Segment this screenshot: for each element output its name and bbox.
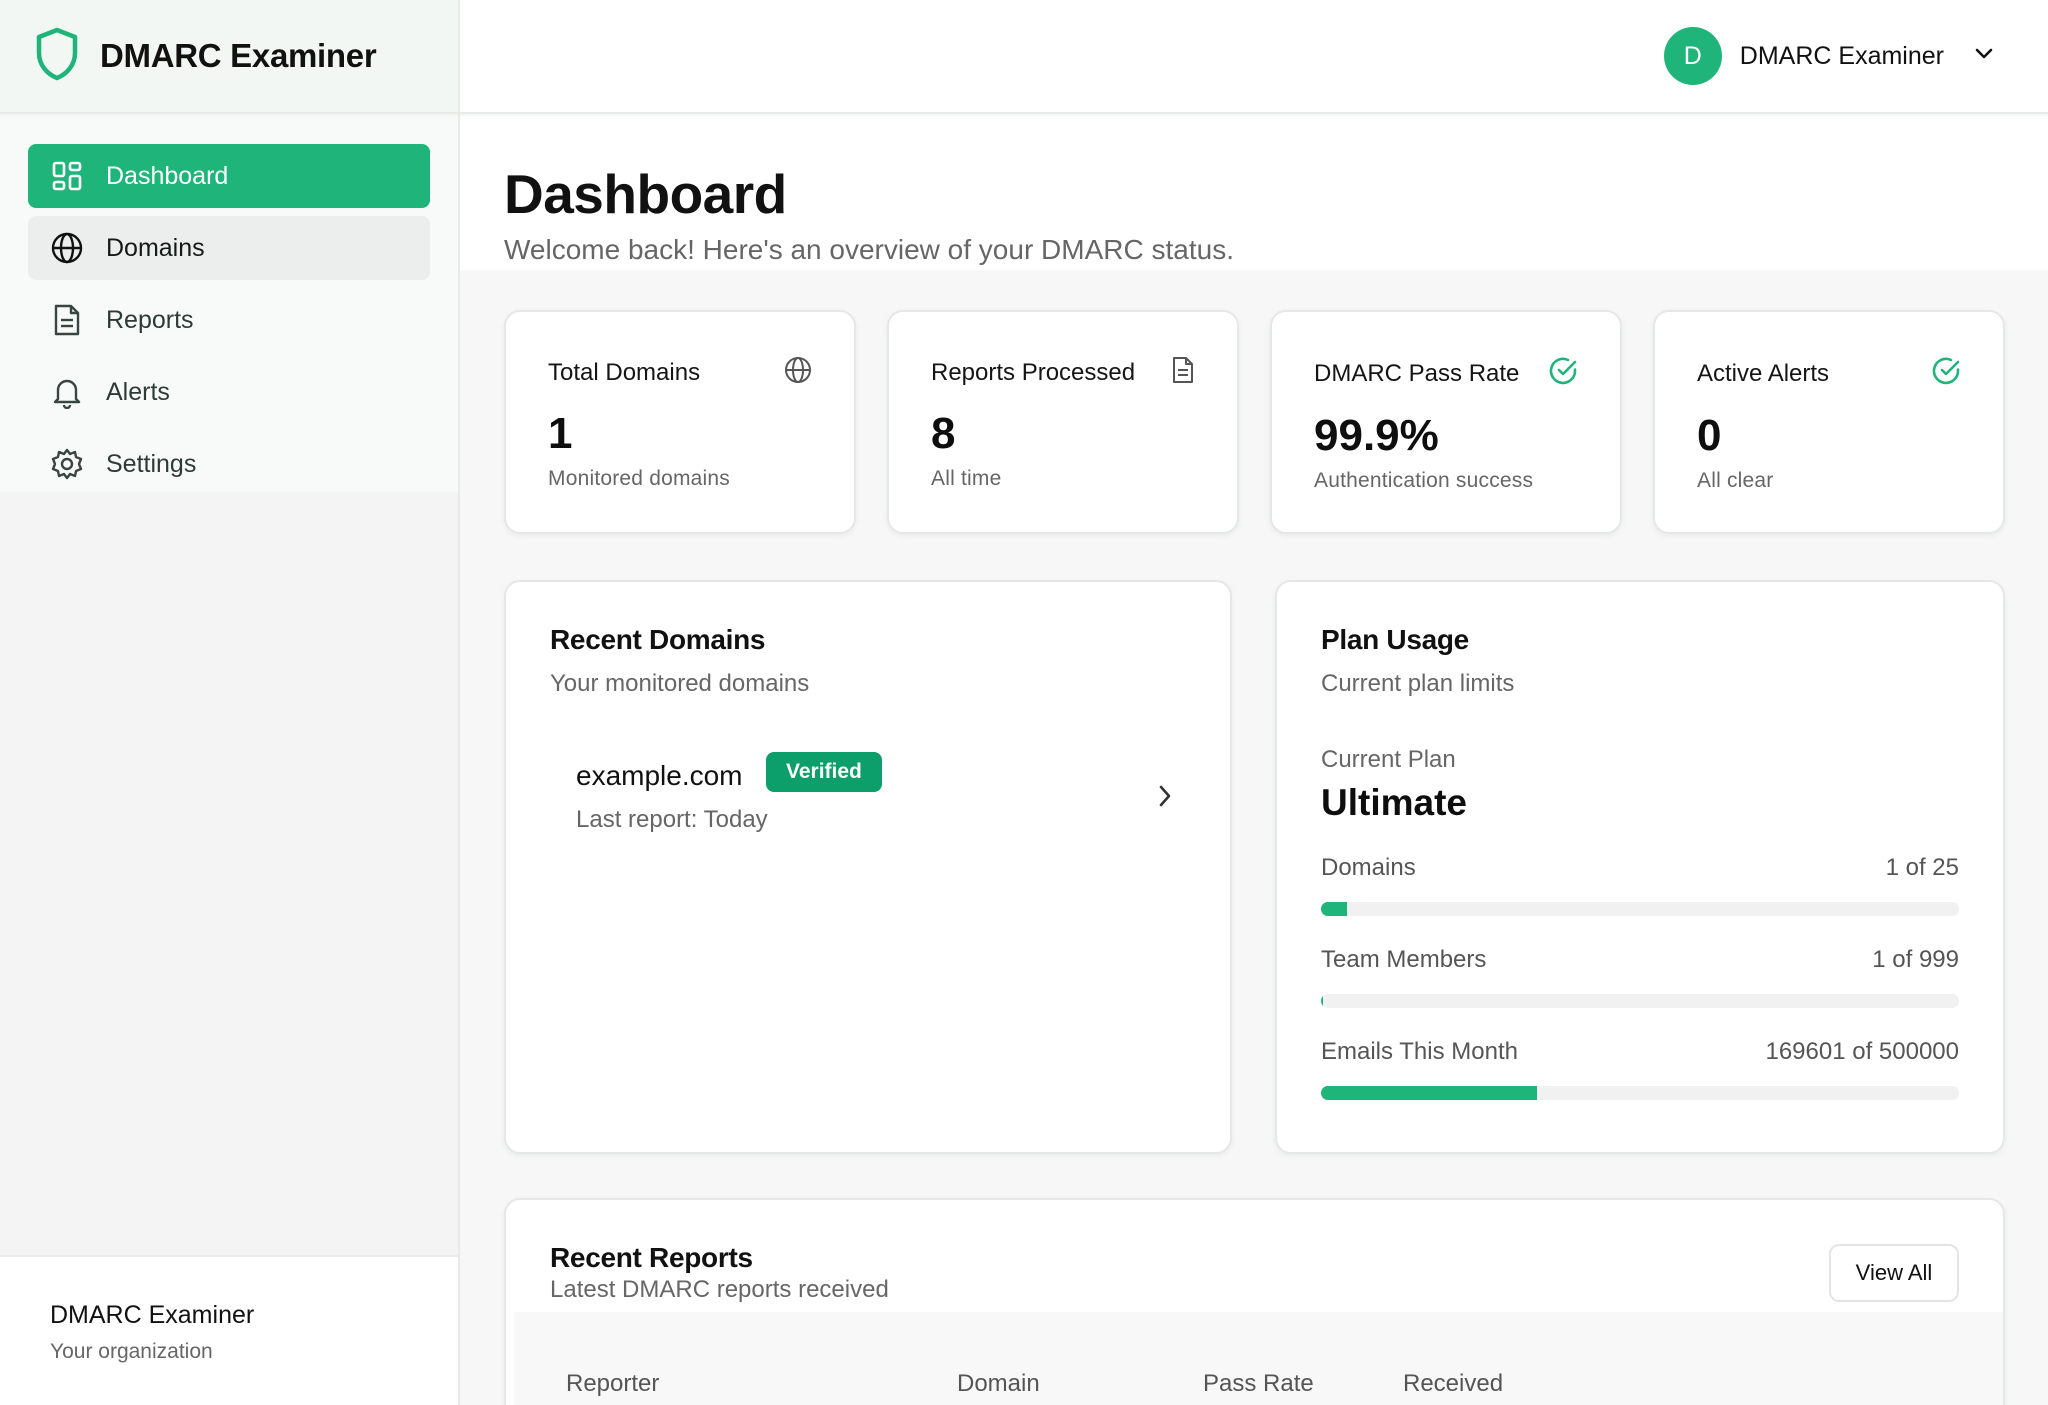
check-circle-icon (1931, 356, 1961, 391)
chevron-right-icon (1158, 784, 1172, 813)
usage-value: 1 of 999 (1872, 946, 1959, 973)
plan-usage-card: Plan Usage Current plan limits Current P… (1275, 580, 2005, 1154)
usage-bar-emails (1321, 1086, 1959, 1100)
stat-value: 0 (1697, 411, 1722, 460)
section-subtitle: Latest DMARC reports received (550, 1276, 889, 1303)
user-menu[interactable]: D DMARC Examiner (1663, 27, 1994, 85)
section-title: Recent Reports (550, 1242, 753, 1273)
page-title: Dashboard (504, 163, 787, 225)
column-header-domain[interactable]: Domain (957, 1370, 1040, 1398)
recent-domains-card: Recent Domains Your monitored domains ex… (504, 580, 1232, 1154)
section-title: Plan Usage (1321, 624, 1469, 655)
usage-bar-team-members (1321, 994, 1959, 1008)
org-name: DMARC Examiner (50, 1301, 255, 1329)
usage-row-domains: Domains 1 of 25 (1321, 854, 2003, 882)
stat-label: Total Domains (548, 358, 701, 386)
usage-label: Domains (1321, 854, 1416, 881)
column-header-reporter[interactable]: Reporter (566, 1370, 659, 1398)
sidebar-item-label: Settings (106, 449, 197, 478)
stat-value: 1 (548, 409, 573, 458)
bell-icon (50, 375, 84, 409)
usage-row-emails: Emails This Month 169601 of 500000 (1321, 1038, 2003, 1066)
avatar: D (1663, 27, 1722, 85)
sidebar-item-reports[interactable]: Reports (28, 288, 430, 352)
usage-bar-fill (1321, 994, 1323, 1008)
sidebar-item-settings[interactable]: Settings (28, 432, 430, 496)
sidebar-item-label: Domains (106, 233, 205, 262)
page-header: Dashboard Welcome back! Here's an overvi… (460, 116, 2048, 270)
verified-badge: Verified (766, 752, 882, 792)
section-subtitle: Your monitored domains (550, 670, 810, 697)
stat-value: 99.9% (1314, 411, 1439, 460)
stat-label: Reports Processed (931, 358, 1136, 386)
document-icon (1171, 356, 1195, 389)
stat-card-reports-processed: Reports Processed 8 All time (887, 310, 1239, 534)
stat-subtitle: All clear (1697, 469, 1774, 492)
column-header-received[interactable]: Received (1403, 1370, 1503, 1398)
sidebar-nav: Dashboard Domains Reports Alerts Setting… (0, 116, 458, 492)
usage-value: 169601 of 500000 (1765, 1038, 1959, 1065)
org-switcher[interactable]: DMARC Examiner Your organization (0, 1255, 458, 1405)
globe-icon (784, 356, 812, 389)
stat-label: Active Alerts (1697, 359, 1830, 387)
org-subtitle: Your organization (50, 1340, 213, 1363)
top-bar: D DMARC Examiner (460, 0, 2048, 114)
stat-card-active-alerts: Active Alerts 0 All clear (1653, 310, 2005, 534)
usage-row-team-members: Team Members 1 of 999 (1321, 946, 2003, 974)
brand-name: DMARC Examiner (100, 37, 377, 74)
column-header-pass-rate[interactable]: Pass Rate (1203, 1370, 1314, 1398)
sidebar-item-label: Alerts (106, 377, 170, 406)
shield-icon (34, 27, 80, 86)
stat-card-total-domains: Total Domains 1 Monitored domains (504, 310, 856, 534)
stat-subtitle: All time (931, 467, 1002, 490)
sidebar-item-alerts[interactable]: Alerts (28, 360, 430, 424)
usage-value: 1 of 25 (1885, 854, 1959, 881)
recent-reports-card: Recent Reports Latest DMARC reports rece… (504, 1198, 2005, 1405)
sidebar-item-dashboard[interactable]: Dashboard (28, 144, 430, 208)
reports-table-header: Reporter Domain Pass Rate Received (514, 1312, 2003, 1405)
section-title: Recent Domains (550, 624, 766, 655)
sidebar-item-label: Dashboard (106, 161, 229, 190)
usage-bar-fill (1321, 1086, 1538, 1100)
stat-subtitle: Authentication success (1314, 469, 1534, 492)
chevron-down-icon (1974, 47, 1994, 66)
current-plan-label: Current Plan (1321, 746, 1456, 773)
sidebar-item-label: Reports (106, 305, 194, 334)
stat-value: 8 (931, 409, 956, 458)
stat-subtitle: Monitored domains (548, 467, 730, 490)
current-plan-name: Ultimate (1321, 782, 1467, 823)
user-name: DMARC Examiner (1739, 41, 1944, 70)
domain-last-report: Last report: Today (576, 806, 768, 833)
view-all-button[interactable]: View All (1829, 1244, 1959, 1302)
usage-label: Emails This Month (1321, 1038, 1518, 1065)
domain-name: example.com (576, 760, 743, 791)
usage-bar-fill (1321, 902, 1347, 916)
stat-label: DMARC Pass Rate (1314, 359, 1520, 387)
globe-icon (50, 231, 84, 265)
sidebar-item-domains[interactable]: Domains (28, 216, 430, 280)
page-subtitle: Welcome back! Here's an overview of your… (504, 234, 1234, 265)
check-circle-icon (1548, 356, 1578, 391)
document-icon (50, 303, 84, 337)
gear-icon (50, 447, 84, 481)
domain-row[interactable]: example.com Verified Last report: Today (514, 742, 1230, 852)
usage-bar-domains (1321, 902, 1959, 916)
brand[interactable]: DMARC Examiner (0, 0, 458, 114)
usage-label: Team Members (1321, 946, 1487, 973)
stat-card-pass-rate: DMARC Pass Rate 99.9% Authentication suc… (1270, 310, 1622, 534)
sidebar: DMARC Examiner Dashboard Domains Reports… (0, 0, 460, 1405)
section-subtitle: Current plan limits (1321, 670, 1515, 697)
dashboard-grid-icon (50, 159, 84, 193)
